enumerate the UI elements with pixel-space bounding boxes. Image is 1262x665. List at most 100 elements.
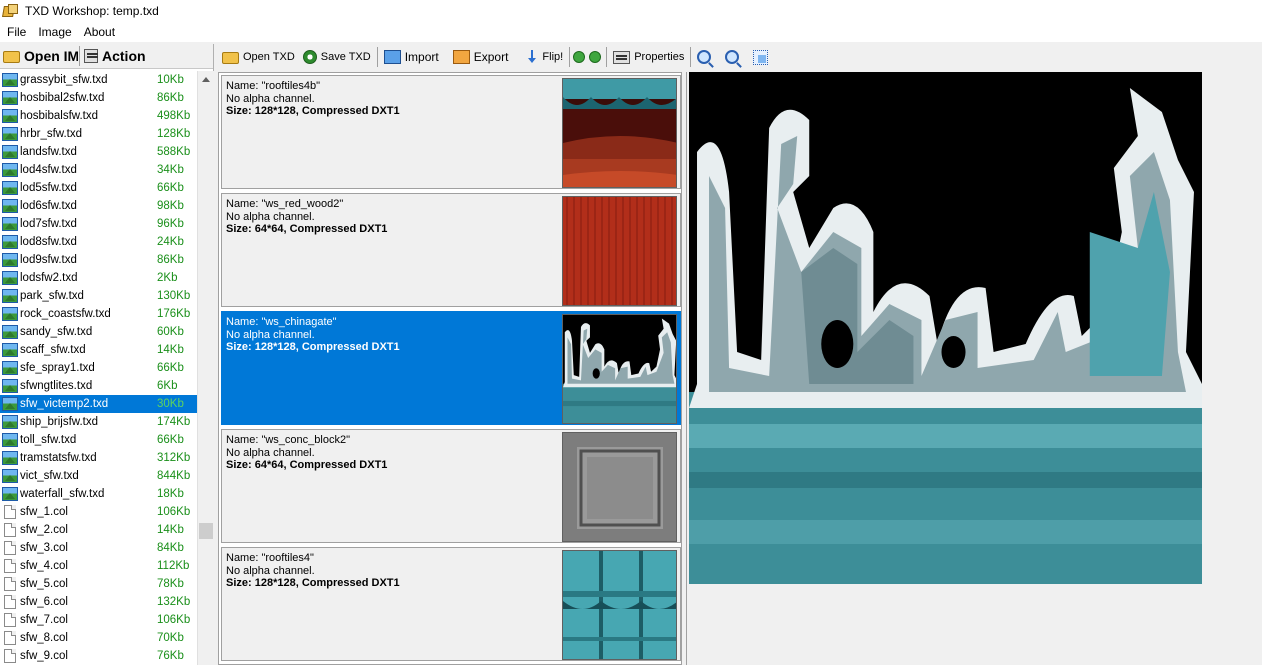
file-name: sfw_5.col [20, 578, 68, 590]
file-name: sfw_3.col [20, 542, 68, 554]
file-list-item[interactable]: sfw_victemp2.txd 30Kb [0, 395, 197, 413]
file-name: tramstatsfw.txd [20, 452, 97, 464]
file-list-item[interactable]: sfw_8.col 70Kb [0, 629, 197, 647]
file-size: 106Kb [157, 506, 191, 518]
file-list-item[interactable]: sfw_9.col 76Kb [0, 647, 197, 665]
export-button[interactable]: Export [449, 46, 513, 68]
file-list-item[interactable]: sfe_spray1.txd 66Kb [0, 359, 197, 377]
properties-button[interactable]: Properties [609, 46, 688, 68]
menu-about[interactable]: About [78, 22, 121, 42]
move-down-button[interactable] [588, 46, 604, 68]
file-list-item[interactable]: park_sfw.txd 130Kb [0, 287, 197, 305]
texture-info: Name: "ws_red_wood2" No alpha channel. Siz… [226, 198, 387, 236]
image-icon [2, 325, 18, 339]
file-name: park_sfw.txd [20, 290, 84, 302]
open-txd-button[interactable]: Open TXD [218, 46, 299, 68]
image-icon [2, 487, 18, 501]
file-list-item[interactable]: sfw_2.col 14Kb [0, 521, 197, 539]
file-list-item[interactable]: sandy_sfw.txd 60Kb [0, 323, 197, 341]
file-size: 106Kb [157, 614, 191, 626]
menu-image[interactable]: Image [32, 22, 77, 42]
toolbar-separator [376, 47, 378, 67]
file-list-item[interactable]: lod6sfw.txd 98Kb [0, 197, 197, 215]
fit-view-button[interactable] [749, 46, 776, 68]
texture-info: Name: "ws_conc_block2" No alpha channel. S… [226, 434, 387, 472]
file-size: 844Kb [157, 470, 191, 482]
folder-icon [3, 51, 20, 63]
menu-bar: File Image About [0, 22, 1262, 42]
image-icon [2, 451, 18, 465]
texture-thumbnail [562, 196, 677, 306]
file-name: lod7sfw.txd [20, 218, 77, 230]
image-icon [2, 397, 18, 411]
zoom-out-icon [725, 50, 740, 64]
arrow-up-circle-icon [573, 51, 586, 63]
import-label: Import [404, 50, 439, 64]
file-name: vict_sfw.txd [20, 470, 79, 482]
file-size: 78Kb [157, 578, 184, 590]
file-list-item[interactable]: lod4sfw.txd 34Kb [0, 161, 197, 179]
file-list-item[interactable]: lod9sfw.txd 86Kb [0, 251, 197, 269]
left-toolbar: Open IMG Action [0, 44, 213, 69]
open-img-button[interactable]: Open IMG [0, 44, 78, 68]
texture-item[interactable]: Name: "rooftiles4" No alpha channel. Size:… [221, 547, 681, 661]
file-list-item[interactable]: rock_coastsfw.txd 176Kb [0, 305, 197, 323]
file-size: 84Kb [157, 542, 184, 554]
file-list-item[interactable]: lod5sfw.txd 66Kb [0, 179, 197, 197]
scroll-up-arrow-icon[interactable] [202, 77, 210, 82]
image-icon [2, 199, 18, 213]
file-list-item[interactable]: hosbibalsfw.txd 498Kb [0, 107, 197, 125]
file-list-item[interactable]: toll_sfw.txd 66Kb [0, 431, 197, 449]
file-list-item[interactable]: sfwngtlites.txd 6Kb [0, 377, 197, 395]
file-list-item[interactable]: sfw_6.col 132Kb [0, 593, 197, 611]
file-name: hosbibalsfw.txd [20, 110, 98, 122]
file-list-item[interactable]: tramstatsfw.txd 312Kb [0, 449, 197, 467]
file-list-item[interactable]: grassybit_sfw.txd 10Kb [0, 71, 197, 89]
file-size: 66Kb [157, 434, 184, 446]
file-list-item[interactable]: hosbibal2sfw.txd 86Kb [0, 89, 197, 107]
file-name: waterfall_sfw.txd [20, 488, 105, 500]
file-list[interactable]: grassybit_sfw.txd 10Kb hosbibal2sfw.txd 86K… [0, 71, 197, 665]
texture-list[interactable]: Name: "rooftiles4b" No alpha channel. Size… [218, 72, 682, 665]
file-size: 112Kb [157, 560, 190, 572]
document-icon [4, 559, 16, 573]
file-list-item[interactable]: sfw_4.col 112Kb [0, 557, 197, 575]
file-list-scrollbar[interactable] [197, 71, 214, 665]
file-list-item[interactable]: hrbr_sfw.txd 128Kb [0, 125, 197, 143]
toolbar-separator [690, 47, 692, 67]
title-bar: TXD Workshop: temp.txd [0, 0, 1262, 22]
action-button[interactable]: Action [81, 44, 149, 68]
save-txd-button[interactable]: Save TXD [299, 46, 375, 68]
file-list-item[interactable]: vict_sfw.txd 844Kb [0, 467, 197, 485]
zoom-in-button[interactable] [693, 46, 721, 68]
file-list-item[interactable]: sfw_3.col 84Kb [0, 539, 197, 557]
file-size: 10Kb [157, 74, 184, 86]
move-up-button[interactable] [572, 46, 588, 68]
file-list-item[interactable]: lod8sfw.txd 24Kb [0, 233, 197, 251]
image-icon [2, 343, 18, 357]
image-icon [2, 217, 18, 231]
texture-item[interactable]: Name: "rooftiles4b" No alpha channel. Size… [221, 75, 681, 189]
file-list-item[interactable]: ship_brijsfw.txd 174Kb [0, 413, 197, 431]
import-button[interactable]: Import [380, 46, 443, 68]
document-icon [4, 541, 16, 555]
image-icon [2, 145, 18, 159]
file-list-item[interactable]: sfw_7.col 106Kb [0, 611, 197, 629]
scrollbar-thumb[interactable] [199, 523, 213, 539]
action-icon [84, 49, 98, 63]
file-list-item[interactable]: lodsfw2.txd 2Kb [0, 269, 197, 287]
file-list-item[interactable]: scaff_sfw.txd 14Kb [0, 341, 197, 359]
file-list-item[interactable]: waterfall_sfw.txd 18Kb [0, 485, 197, 503]
flip-button[interactable]: Flip! [522, 46, 567, 68]
file-list-item[interactable]: lod7sfw.txd 96Kb [0, 215, 197, 233]
menu-file[interactable]: File [0, 22, 32, 42]
file-size: 34Kb [157, 164, 184, 176]
file-list-item[interactable]: sfw_5.col 78Kb [0, 575, 197, 593]
file-list-item[interactable]: landsfw.txd 588Kb [0, 143, 197, 161]
file-list-item[interactable]: sfw_1.col 106Kb [0, 503, 197, 521]
texture-item[interactable]: Name: "ws_conc_block2" No alpha channel. S… [221, 429, 681, 543]
zoom-out-button[interactable] [721, 46, 749, 68]
texture-item[interactable]: Name: "ws_chinagate" No alpha channel. Siz… [221, 311, 681, 425]
texture-name: Name: "rooftiles4b" [226, 80, 321, 92]
texture-item[interactable]: Name: "ws_red_wood2" No alpha channel. Siz… [221, 193, 681, 307]
